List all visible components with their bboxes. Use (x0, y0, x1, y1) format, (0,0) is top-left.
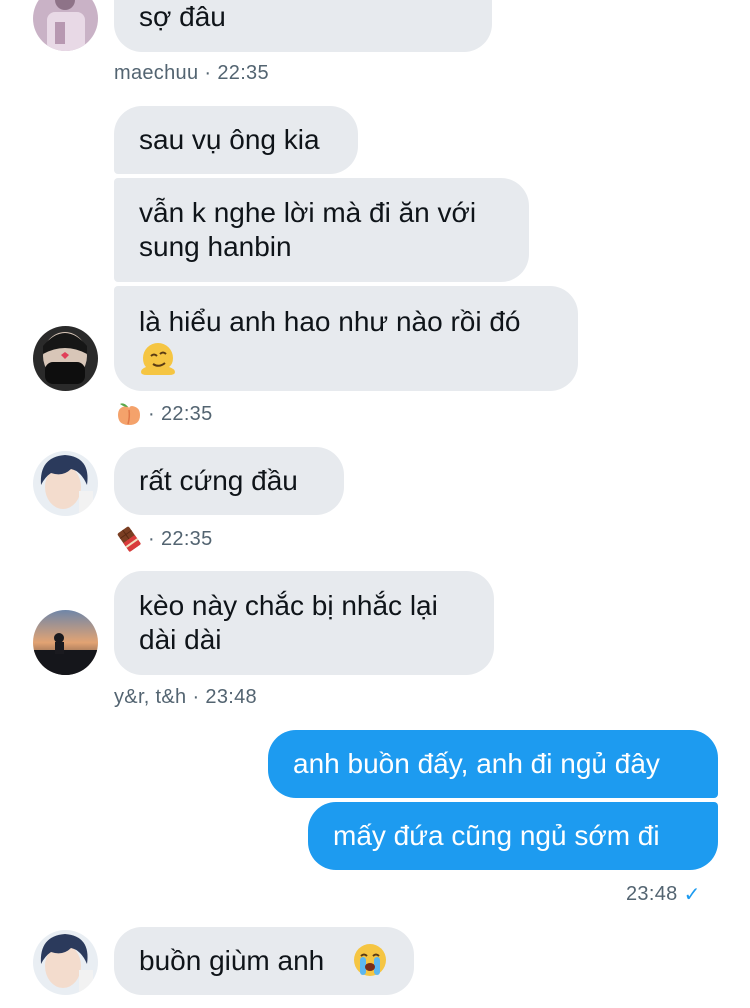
message-text: anh buồn đấy, anh đi ngủ đây (293, 748, 660, 779)
message-text: rất cứng đầu (139, 465, 298, 496)
sender-name: y&r, t&h (114, 686, 187, 708)
outgoing-message-bubble[interactable]: mấy đứa cũng ngủ sớm đi (308, 802, 718, 870)
message-meta: 23:48 ✓ (626, 882, 701, 907)
melting-face-icon (139, 340, 177, 376)
avatar-sunset-user[interactable] (33, 610, 98, 675)
avatar-masked-user[interactable] (33, 326, 98, 391)
avatar-blue-hair-user[interactable] (33, 930, 98, 995)
message-text: vẫn k nghe lời mà đi ăn với (139, 197, 477, 228)
message-bubble[interactable]: rất cứng đầu (114, 447, 344, 515)
message-text: sợ đâu (139, 1, 226, 32)
message-meta: · 22:35 (116, 401, 213, 427)
message-text: sau vụ ông kia (139, 124, 320, 155)
outgoing-message-bubble[interactable]: anh buồn đấy, anh đi ngủ đây (268, 730, 718, 798)
loudly-crying-face-icon (352, 942, 388, 978)
read-check-icon: ✓ (683, 884, 701, 906)
message-time: 22:35 (217, 62, 269, 84)
sender-name: maechuu (114, 62, 199, 84)
chocolate-bar-icon (116, 526, 142, 552)
message-bubble[interactable]: là hiểu anh hao như nào rồi đó (114, 286, 578, 391)
message-text: là hiểu anh hao như nào rồi đó (139, 306, 521, 337)
message-bubble[interactable]: kèo này chắc bị nhắc lại dài dài (114, 571, 494, 675)
message-text: kèo này chắc bị nhắc lại (139, 590, 438, 621)
message-bubble[interactable]: sau vụ ông kia (114, 106, 358, 174)
message-time: 22:35 (160, 402, 213, 425)
message-time: 22:35 (160, 527, 213, 550)
avatar-maechuu[interactable] (33, 0, 98, 51)
message-meta: maechuu · 22:35 (114, 62, 269, 84)
message-meta: · 22:35 (116, 526, 213, 552)
peach-icon (116, 401, 142, 427)
message-bubble[interactable]: sợ đâu (114, 0, 492, 52)
message-bubble[interactable]: buồn giùm anh (114, 927, 414, 995)
message-text: buồn giùm anh (139, 945, 325, 976)
message-meta: y&r, t&h · 23:48 (114, 686, 257, 708)
message-time: 23:48 (205, 686, 257, 708)
message-text: dài dài (139, 624, 222, 655)
message-text: sung hanbin (139, 231, 292, 262)
message-time: 23:48 (626, 883, 678, 905)
message-bubble[interactable]: vẫn k nghe lời mà đi ăn với sung hanbin (114, 178, 529, 282)
avatar-blue-hair-user[interactable] (33, 451, 98, 516)
message-text: mấy đứa cũng ngủ sớm đi (333, 820, 660, 851)
